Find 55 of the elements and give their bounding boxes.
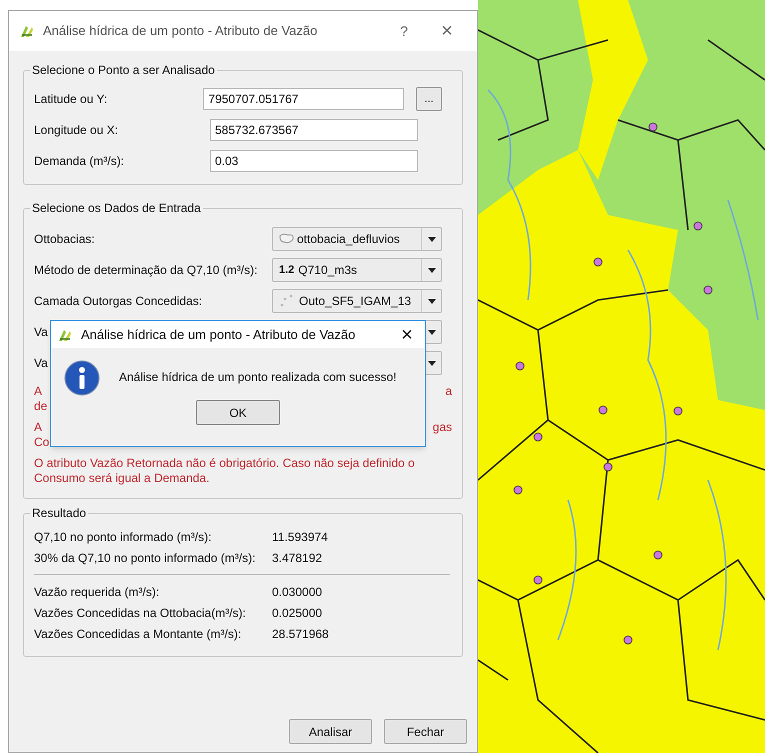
window-title: Análise hídrica de um ponto - Atributo de Vazão [43, 22, 318, 40]
dropdown[interactable]: Outo_SF5_IGAM_13 [272, 289, 442, 313]
result-value: 0.025000 [272, 604, 322, 622]
message-title: Análise hídrica de um ponto - Atributo de Vazão [81, 326, 356, 344]
point-layer-icon [279, 294, 293, 308]
result-label: Q7,10 no ponto informado (m³/s): [34, 528, 212, 546]
close-button[interactable]: × [427, 21, 467, 41]
field-label: Va [34, 356, 48, 370]
result-label: Vazões Concedidas na Ottobacia(m³/s): [34, 604, 247, 622]
field-label: Va [34, 325, 48, 339]
browse-button[interactable]: ... [416, 87, 442, 111]
warning-text: O atributo Vazão Retornada não é obrigatório. Caso não seja definido o [34, 456, 415, 471]
info-icon [64, 360, 100, 396]
dropdown-value: Outo_SF5_IGAM_13 [299, 293, 412, 310]
warning-text: gas [432, 420, 452, 435]
input-field[interactable]: 7950707.051767 [203, 88, 404, 110]
qgis-icon [19, 23, 35, 39]
warning-text: a [445, 384, 452, 399]
result-label: Vazão requerida (m³/s): [34, 584, 160, 600]
message-text: Análise hídrica de um ponto realizada com sucesso! [119, 369, 396, 386]
close-button[interactable]: × [395, 324, 419, 344]
dropdown-arrow-icon [428, 236, 436, 242]
warning-text: A [34, 384, 42, 399]
dialog-button[interactable]: Analisar [289, 719, 372, 744]
dropdown[interactable]: ottobacia_defluvios [272, 227, 442, 251]
polygon-layer-icon [279, 233, 295, 245]
warning-text: Consumo será igual a Demanda. [34, 471, 210, 486]
warning-text: Co [34, 435, 50, 450]
field-label: Latitude ou Y: [34, 91, 108, 108]
result-value: 3.478192 [272, 550, 322, 566]
result-value: 28.571968 [272, 626, 329, 642]
dropdown-arrow-icon [428, 360, 436, 366]
result-value: 0.030000 [272, 584, 322, 600]
warning-text: de [34, 399, 48, 414]
ok-button[interactable]: OK [196, 400, 280, 425]
warning-text: A [34, 420, 42, 435]
field-label: Ottobacias: [34, 232, 95, 246]
input-field[interactable]: 585732.673567 [210, 119, 418, 141]
field-label: Camada Outorgas Concedidas: [34, 294, 202, 308]
field-type-label: 1.2 [279, 262, 294, 278]
field-label: Longitude ou X: [34, 122, 120, 139]
dropdown-arrow-icon [428, 268, 436, 272]
help-button[interactable]: ? [389, 20, 419, 42]
dialog-button[interactable]: Fechar [384, 719, 467, 744]
dropdown-value: Q710_m3s [298, 262, 357, 279]
dropdown[interactable]: 1.2 Q710_m3s [272, 258, 442, 282]
dropdown-arrow-icon [428, 330, 436, 334]
result-value: 11.593974 [272, 528, 328, 546]
result-label: 30% da Q7,10 no ponto informado (m³/s): [34, 550, 256, 566]
field-label: Demanda (m³/s): [34, 153, 126, 170]
field-label: Método de determinação da Q7,10 (m³/s): [34, 263, 258, 277]
dropdown-value: ottobacia_defluvios [297, 231, 400, 248]
result-label: Vazões Concedidas a Montante (m³/s): [34, 626, 242, 642]
input-field[interactable]: 0.03 [210, 150, 418, 172]
dropdown-arrow-icon [428, 298, 436, 304]
